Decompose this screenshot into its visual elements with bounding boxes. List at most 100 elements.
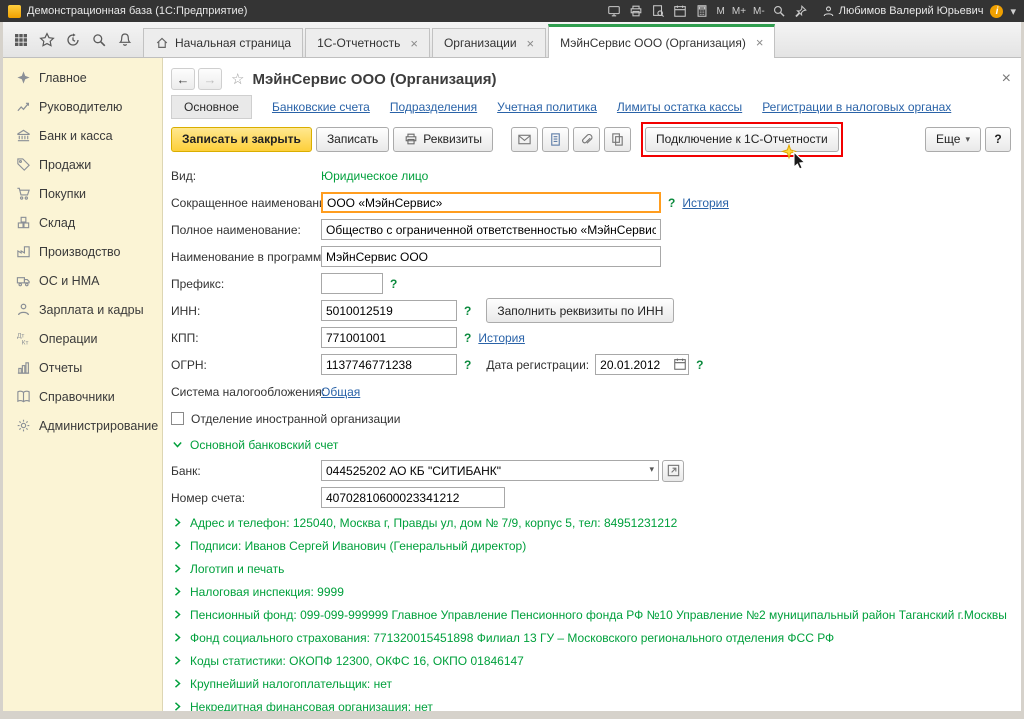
user-icon [823, 5, 833, 16]
related-documents-button[interactable] [604, 126, 632, 152]
help-icon[interactable]: ? [464, 358, 471, 372]
chevron-right-icon [171, 539, 184, 552]
checkbox-box[interactable] [171, 412, 184, 425]
sidebar-item-payroll-hr[interactable]: Зарплата и кадры [3, 295, 162, 324]
pin-icon[interactable] [794, 4, 809, 19]
print-preview-icon[interactable] [651, 4, 666, 19]
section-tax-inspection[interactable]: Налоговая инспекция: 9999 [171, 580, 1021, 603]
titlebar-menu-icon[interactable]: ▾ [1010, 5, 1016, 18]
titlebar: Демонстрационная база (1С:Предприятие) M… [0, 0, 1024, 22]
help-button[interactable]: ? [985, 126, 1011, 152]
tab-1c-reporting[interactable]: 1С-Отчетность × [305, 28, 430, 57]
memory-m-button[interactable]: M [717, 6, 725, 17]
section-non-credit-financial[interactable]: Некредитная финансовая организация: нет [171, 695, 1021, 711]
truck-icon [16, 277, 30, 287]
tax-system-link[interactable]: Общая [321, 385, 360, 399]
help-icon[interactable]: ? [464, 331, 471, 345]
program-name-input[interactable] [321, 246, 661, 267]
current-user[interactable]: Любимов Валерий Юрьевич [822, 5, 983, 18]
notifications-button[interactable] [117, 32, 133, 48]
calculator-icon[interactable] [695, 4, 710, 19]
help-icon[interactable]: ? [668, 196, 675, 210]
mail-button[interactable] [511, 126, 539, 152]
calendar-icon[interactable] [673, 357, 687, 374]
nav-link-bank-accounts[interactable]: Банковские счета [272, 100, 370, 114]
sidebar-item-purchases[interactable]: Покупки [3, 179, 162, 208]
tab-organizations[interactable]: Организации × [431, 28, 547, 57]
prefix-input[interactable] [321, 273, 383, 294]
connect-1c-reporting-button[interactable]: Подключение к 1С-Отчетности [645, 126, 839, 152]
save-button[interactable]: Записать [315, 126, 390, 152]
zoom-icon[interactable] [772, 4, 787, 19]
report-button[interactable] [542, 126, 570, 152]
tab-organization-mainservice[interactable]: МэйнСервис ООО (Организация) × [548, 24, 776, 58]
sidebar-item-bank-cash[interactable]: Банк и касса [3, 121, 162, 150]
kpp-history-link[interactable]: История [478, 331, 525, 345]
tab-home[interactable]: Начальная страница [143, 28, 304, 57]
section-signatures[interactable]: Подписи: Иванов Сергей Иванович (Генерал… [171, 534, 1021, 557]
close-tab-icon[interactable]: × [756, 36, 764, 49]
inn-input[interactable] [321, 300, 457, 321]
sidebar-item-production[interactable]: Производство [3, 237, 162, 266]
help-icon[interactable]: ? [464, 304, 471, 318]
kpp-input[interactable] [321, 327, 457, 348]
sidebar-item-fixed-assets[interactable]: ОС и НМА [3, 266, 162, 295]
sidebar-item-administration[interactable]: Администрирование [3, 411, 162, 440]
section-social-insurance[interactable]: Фонд социального страхования: 7713200154… [171, 626, 1021, 649]
nav-link-tax-registrations[interactable]: Регистрации в налоговых органах [762, 100, 951, 114]
requisites-button[interactable]: Реквизиты [393, 126, 494, 152]
close-tab-icon[interactable]: × [527, 37, 535, 50]
sidebar-item-reports[interactable]: Отчеты [3, 353, 162, 382]
section-pension-fund[interactable]: Пенсионный фонд: 099-099-999999 Главное … [171, 603, 1021, 626]
full-name-input[interactable] [321, 219, 661, 240]
search-button[interactable] [91, 32, 107, 48]
nav-link-cash-limits[interactable]: Лимиты остатка кассы [617, 100, 742, 114]
chevron-right-icon [171, 608, 184, 621]
sidebar-item-operations[interactable]: Дт Кт Операции [3, 324, 162, 353]
bank-input[interactable] [321, 460, 659, 481]
titlebar-service-icons: M M+ M- Любимов Валерий Юрьевич i ▾ [607, 4, 1016, 19]
section-largest-taxpayer[interactable]: Крупнейший налогоплательщик: нет [171, 672, 1021, 695]
foreign-branch-checkbox[interactable]: Отделение иностранной организации [171, 405, 1021, 432]
account-number-input[interactable] [321, 487, 505, 508]
short-name-input[interactable] [321, 192, 661, 213]
fill-by-inn-button[interactable]: Заполнить реквизиты по ИНН [486, 298, 675, 323]
section-main-bank-account[interactable]: Основной банковский счет [171, 432, 1021, 457]
open-bank-account-button[interactable] [662, 459, 684, 482]
help-icon[interactable]: ? [696, 358, 703, 372]
sidebar-item-manager[interactable]: Руководителю [3, 92, 162, 121]
field-short-name: Сокращенное наименование: ? История [171, 189, 1021, 216]
chevron-down-icon [171, 438, 184, 451]
close-form-icon[interactable]: × [1002, 70, 1011, 88]
save-close-button[interactable]: Записать и закрыть [171, 126, 312, 152]
more-button[interactable]: Еще ▾ [925, 126, 981, 152]
short-name-history-link[interactable]: История [682, 196, 729, 210]
section-address-phone[interactable]: Адрес и телефон: 125040, Москва г, Правд… [171, 511, 1021, 534]
nav-link-accounting-policy[interactable]: Учетная политика [497, 100, 597, 114]
sidebar-item-directories[interactable]: Справочники [3, 382, 162, 411]
printer-icon[interactable] [629, 4, 644, 19]
bank-dropdown-icon[interactable]: ▾ [649, 464, 654, 475]
display-icon[interactable] [607, 4, 622, 19]
calendar-icon[interactable] [673, 4, 688, 19]
section-logo-stamp[interactable]: Логотип и печать [171, 557, 1021, 580]
sidebar-item-warehouse[interactable]: Склад [3, 208, 162, 237]
sidebar-item-main[interactable]: Главное [3, 63, 162, 92]
section-statistics-codes[interactable]: Коды статистики: ОКОПФ 12300, ОКФС 16, О… [171, 649, 1021, 672]
favorites-button[interactable] [39, 32, 55, 48]
attachments-button[interactable] [573, 126, 601, 152]
ogrn-input[interactable] [321, 354, 457, 375]
info-icon[interactable]: i [990, 4, 1004, 18]
memory-m-plus-button[interactable]: M+ [732, 6, 746, 17]
main-menu-button[interactable] [13, 32, 29, 48]
close-tab-icon[interactable]: × [410, 37, 418, 50]
help-icon[interactable]: ? [390, 277, 397, 291]
memory-m-minus-button[interactable]: M- [753, 6, 765, 17]
nav-link-departments[interactable]: Подразделения [390, 100, 477, 114]
back-button[interactable]: ← [171, 68, 195, 90]
nav-tab-main[interactable]: Основное [171, 95, 252, 119]
history-button[interactable] [65, 32, 81, 48]
forward-button[interactable]: → [198, 68, 222, 90]
sidebar-item-sales[interactable]: Продажи [3, 150, 162, 179]
favorite-star-icon[interactable]: ☆ [231, 70, 244, 88]
